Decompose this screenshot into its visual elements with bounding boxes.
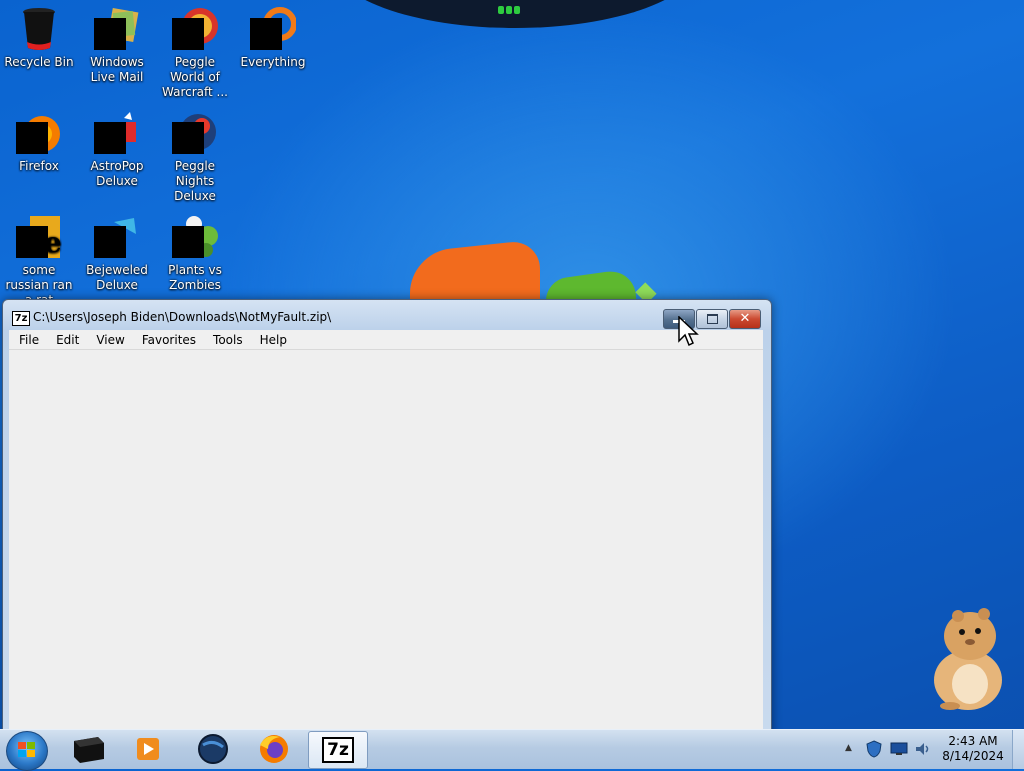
menu-file[interactable]: File: [9, 333, 46, 347]
led-indicator: [506, 6, 512, 14]
show-hidden-icons-icon[interactable]: ▲: [845, 743, 852, 753]
7zip-window[interactable]: 7z C:\Users\Joseph Biden\Downloads\NotMy…: [2, 299, 772, 741]
monitor-icon[interactable]: [890, 742, 908, 756]
desktop-icon-russian-rat[interactable]: e some russian ran a rat: [0, 214, 78, 308]
desktop-icon-label: Recycle Bin: [4, 55, 74, 69]
mail-icon: [94, 6, 140, 52]
globe-icon: [198, 734, 228, 764]
redacted-block: [94, 18, 126, 50]
redacted-block: [16, 122, 48, 154]
top-decoration: [330, 0, 700, 28]
desktop-icon-bejeweled[interactable]: Bejeweled Deluxe: [78, 214, 156, 293]
windows-logo-icon: [18, 742, 35, 757]
7zip-icon: 7z: [322, 737, 354, 763]
recycle-bin-icon: [16, 6, 62, 52]
desktop-icon-peggle-wow[interactable]: Peggle World of Warcraft ...: [156, 6, 234, 100]
desktop-icon-label: Windows Live Mail: [90, 55, 144, 84]
redacted-block: [16, 226, 48, 258]
ie-document-icon: e: [16, 214, 62, 260]
close-button[interactable]: ✕: [729, 309, 761, 329]
black-box-icon: [74, 737, 104, 763]
hamster-desktop-pet-icon[interactable]: [920, 602, 1010, 712]
taskbar-item-black-box[interactable]: [60, 731, 116, 767]
peggle-nights-icon: [172, 110, 218, 156]
redacted-block: [172, 226, 204, 258]
astropop-icon: [94, 110, 140, 156]
media-player-icon: [137, 738, 159, 760]
menu-tools[interactable]: Tools: [203, 333, 250, 347]
security-shield-icon[interactable]: [866, 740, 882, 758]
volume-icon[interactable]: [914, 740, 932, 758]
close-icon: ✕: [739, 311, 751, 326]
desktop-icon-label: Peggle Nights Deluxe: [174, 159, 216, 203]
7zip-app-icon[interactable]: 7z: [12, 311, 30, 326]
taskbar-item-firefox[interactable]: [246, 731, 302, 767]
desktop-icon-astropop[interactable]: AstroPop Deluxe: [78, 110, 156, 189]
desktop-icon-recycle-bin[interactable]: Recycle Bin: [0, 6, 78, 70]
maximize-button[interactable]: [696, 309, 728, 329]
menu-view[interactable]: View: [86, 333, 131, 347]
maximize-icon: [707, 314, 718, 324]
desktop-icon-label: Bejeweled Deluxe: [86, 263, 148, 292]
redacted-block: [94, 122, 126, 154]
desktop-icon-windows-live-mail[interactable]: Windows Live Mail: [78, 6, 156, 85]
menu-bar: File Edit View Favorites Tools Help: [9, 330, 763, 349]
menu-edit[interactable]: Edit: [46, 333, 86, 347]
redacted-block: [250, 18, 282, 50]
desktop-icon-label: Plants vs Zombies: [168, 263, 222, 292]
taskbar-item-media-player[interactable]: [120, 731, 176, 767]
firefox-icon: [260, 735, 288, 763]
led-indicator: [514, 6, 520, 14]
desktop-icon-everything[interactable]: Everything: [234, 6, 312, 70]
desktop-icon-plants-vs-zombies[interactable]: Plants vs Zombies: [156, 214, 234, 293]
taskbar-item-7zip[interactable]: 7z: [308, 731, 368, 769]
desktop-icon-label: AstroPop Deluxe: [90, 159, 144, 188]
mouse-cursor-icon: [678, 316, 699, 347]
taskbar: 7z ▲ 2:43 AM 8/14/2024: [0, 729, 1024, 771]
start-button[interactable]: [6, 731, 48, 771]
clock-time: 2:43 AM: [948, 734, 998, 748]
window-title: C:\Users\Joseph Biden\Downloads\NotMyFau…: [33, 310, 332, 324]
window-titlebar[interactable]: 7z C:\Users\Joseph Biden\Downloads\NotMy…: [3, 300, 771, 330]
taskbar-item-globe[interactable]: [185, 731, 241, 767]
plants-vs-zombies-icon: [172, 214, 218, 260]
bejeweled-icon: [94, 214, 140, 260]
menu-help[interactable]: Help: [250, 333, 294, 347]
clock-date: 8/14/2024: [942, 749, 1004, 763]
file-list-area[interactable]: [9, 349, 763, 741]
system-clock[interactable]: 2:43 AM 8/14/2024: [940, 734, 1006, 764]
peggle-icon: [172, 6, 218, 52]
redacted-block: [172, 18, 204, 50]
desktop-icon-peggle-nights[interactable]: Peggle Nights Deluxe: [156, 110, 234, 204]
led-indicator: [498, 6, 504, 14]
everything-icon: [250, 6, 297, 52]
desktop-icon-label: Firefox: [19, 159, 59, 173]
firefox-icon: [16, 110, 62, 156]
desktop-icon-label: Peggle World of Warcraft ...: [162, 55, 228, 99]
desktop-icon-firefox[interactable]: Firefox: [0, 110, 78, 174]
redacted-block: [172, 122, 204, 154]
menu-favorites[interactable]: Favorites: [132, 333, 203, 347]
show-desktop-button[interactable]: [1012, 730, 1024, 769]
desktop-icon-label: Everything: [240, 55, 306, 69]
redacted-block: [94, 226, 126, 258]
